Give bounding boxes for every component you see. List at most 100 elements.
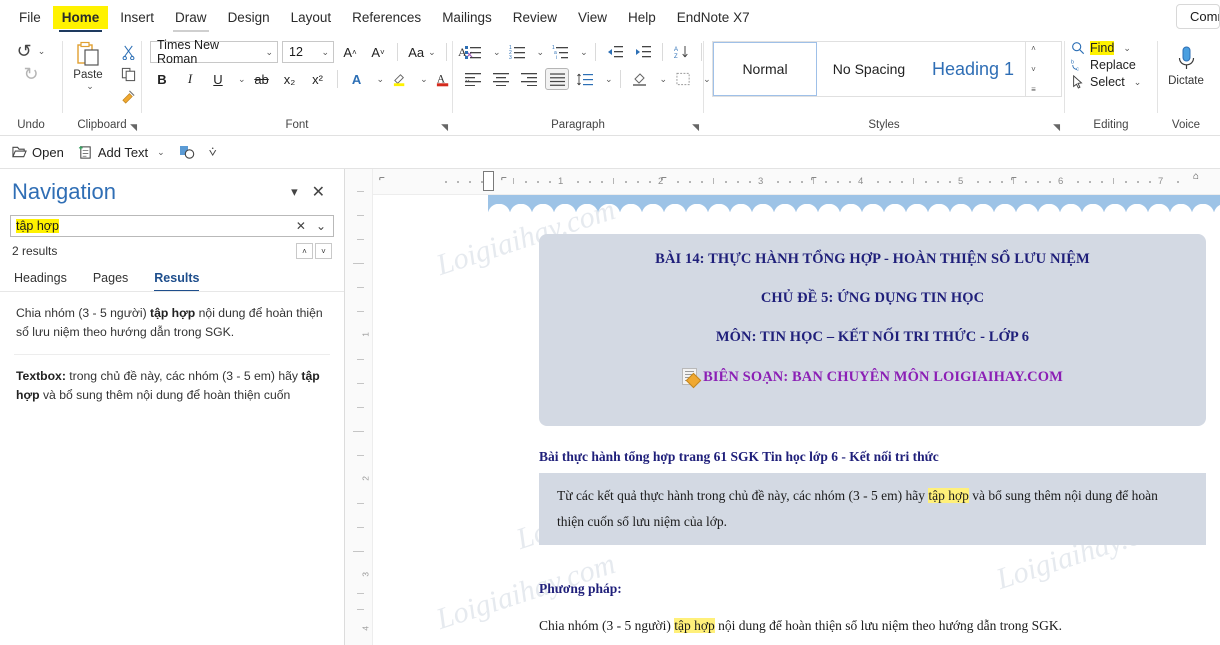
navigation-close-icon[interactable]: ✕ xyxy=(305,182,332,202)
list-item[interactable]: Textbox: trong chủ đề này, các nhóm (3 -… xyxy=(14,355,330,417)
font-dialog-launcher-icon[interactable]: ◥ xyxy=(441,122,448,133)
tab-endnote-x7[interactable]: EndNote X7 xyxy=(668,6,759,29)
text-effects-icon[interactable]: A xyxy=(345,68,369,90)
tab-file[interactable]: File xyxy=(10,6,50,29)
underline-button[interactable]: U xyxy=(206,68,230,90)
left-tab-stop-icon-4[interactable]: ⌐ xyxy=(1011,173,1017,184)
style-normal[interactable]: Normal xyxy=(713,42,817,96)
borders-icon[interactable] xyxy=(671,68,695,90)
text-highlight-color-icon[interactable] xyxy=(388,68,412,90)
tab-help[interactable]: Help xyxy=(619,6,665,29)
more-options-button[interactable]: ⩒ xyxy=(209,144,217,160)
tab-design[interactable]: Design xyxy=(219,6,279,29)
bullet-list-icon[interactable] xyxy=(461,41,485,63)
search-options-icon[interactable]: ⌄ xyxy=(313,219,329,233)
nav-tab-pages[interactable]: Pages xyxy=(93,271,128,292)
paste-button[interactable]: Paste ⌄ xyxy=(63,39,113,92)
tab-stop-marker-icon[interactable]: ⌐ xyxy=(379,173,385,184)
styles-dialog-launcher-icon[interactable]: ◥ xyxy=(1053,122,1060,133)
justify-icon[interactable] xyxy=(545,68,569,90)
select-button[interactable]: Select ⌄ xyxy=(1071,75,1141,89)
tab-draw[interactable]: Draw xyxy=(166,6,216,29)
tab-view[interactable]: View xyxy=(569,6,616,29)
clipboard-dialog-launcher-icon[interactable]: ◥ xyxy=(130,122,137,133)
increase-indent-icon[interactable] xyxy=(631,41,655,63)
add-text-dropdown-icon[interactable]: ⌄ xyxy=(157,147,165,158)
question-box[interactable]: Từ các kết quả thực hành trong chủ đề nà… xyxy=(539,473,1206,545)
style-no-spacing[interactable]: No Spacing xyxy=(817,42,921,96)
shrink-font-icon[interactable]: A˅ xyxy=(366,41,390,63)
open-button[interactable]: Open xyxy=(12,145,64,160)
styles-gallery[interactable]: Normal No Spacing Heading 1 ˄ ˅ ≡ xyxy=(712,41,1062,97)
strikethrough-button[interactable]: ab xyxy=(250,68,274,90)
cut-icon[interactable] xyxy=(115,43,141,62)
tab-layout[interactable]: Layout xyxy=(282,6,341,29)
clear-search-icon[interactable]: ✕ xyxy=(293,219,309,233)
vertical-ruler[interactable]: 1 2 3 4 xyxy=(345,169,373,645)
nav-tab-results[interactable]: Results xyxy=(154,271,199,292)
align-center-icon[interactable] xyxy=(489,68,513,90)
bold-button[interactable]: B xyxy=(150,68,174,90)
subscript-button[interactable]: x₂ xyxy=(278,68,302,90)
select-dropdown-icon[interactable]: ⌄ xyxy=(1134,77,1142,88)
update-table-button[interactable] xyxy=(179,145,195,160)
document-page[interactable]: Loigiaihay.com Loigiaihay.com Loigiaihay… xyxy=(373,195,1220,645)
font-name-combo[interactable]: Times New Roman ⌄ xyxy=(150,41,278,63)
align-left-icon[interactable] xyxy=(461,68,485,90)
style-heading-1[interactable]: Heading 1 xyxy=(921,42,1025,96)
navigation-options-icon[interactable]: ▾ xyxy=(284,184,305,200)
text-effects-dropdown-icon[interactable]: ⌄ xyxy=(377,74,385,85)
next-result-icon[interactable]: ˅ xyxy=(315,243,332,259)
sort-icon[interactable]: AZ xyxy=(670,41,694,63)
search-input[interactable]: tập hợp ✕ ⌄ xyxy=(10,215,334,237)
copy-icon[interactable] xyxy=(115,65,141,84)
italic-button[interactable]: I xyxy=(178,68,202,90)
align-right-icon[interactable] xyxy=(517,68,541,90)
document-header-box[interactable]: BÀI 14: THỰC HÀNH TỔNG HỢP - HOÀN THIỆN … xyxy=(539,234,1206,426)
paragraph-dialog-launcher-icon[interactable]: ◥ xyxy=(692,122,699,133)
replace-button[interactable]: b c Replace xyxy=(1071,58,1136,72)
bullet-dropdown-icon[interactable]: ⌄ xyxy=(493,47,501,58)
find-button[interactable]: Find ⌄ xyxy=(1071,41,1131,55)
styles-scroll-up-icon[interactable]: ˄ xyxy=(1031,44,1036,53)
tab-references[interactable]: References xyxy=(343,6,430,29)
undo-dropdown-icon[interactable]: ⌄ xyxy=(38,46,46,57)
list-item[interactable]: Chia nhóm (3 - 5 người) tập hợp nội dung… xyxy=(14,292,330,355)
previous-result-icon[interactable]: ˄ xyxy=(296,243,313,259)
decrease-indent-icon[interactable] xyxy=(603,41,627,63)
document-scroll-region[interactable]: ⌐ ⌐ 1 2 ⌐ xyxy=(373,169,1220,645)
left-tab-stop-icon-2[interactable]: ⌐ xyxy=(661,173,667,184)
tab-home[interactable]: Home xyxy=(53,6,109,29)
shading-icon[interactable] xyxy=(628,68,652,90)
styles-scroll-down-icon[interactable]: ˅ xyxy=(1031,65,1036,74)
left-tab-stop-icon[interactable]: ⌐ xyxy=(501,173,507,184)
font-size-combo[interactable]: 12 ⌄ xyxy=(282,41,334,63)
styles-more-icon[interactable]: ≡ xyxy=(1031,85,1036,94)
multilevel-dropdown-icon[interactable]: ⌄ xyxy=(580,47,588,58)
superscript-button[interactable]: x² xyxy=(306,68,330,90)
multilevel-list-icon[interactable]: 1 a i xyxy=(548,41,572,63)
find-dropdown-icon[interactable]: ⌄ xyxy=(1123,43,1131,54)
horizontal-ruler[interactable]: ⌐ ⌐ 1 2 ⌐ xyxy=(373,169,1220,195)
grow-font-icon[interactable]: A˄ xyxy=(338,41,362,63)
tab-review[interactable]: Review xyxy=(504,6,566,29)
change-case-button[interactable]: Aa⌄ xyxy=(405,41,439,63)
tab-mailings[interactable]: Mailings xyxy=(433,6,501,29)
highlight-dropdown-icon[interactable]: ⌄ xyxy=(420,74,428,85)
numbered-list-icon[interactable]: 1 2 3 xyxy=(505,41,529,63)
right-indent-marker-icon[interactable]: ⌂ xyxy=(1193,171,1199,182)
left-tab-stop-icon-3[interactable]: ⌐ xyxy=(811,173,817,184)
indent-marker-icon[interactable] xyxy=(483,171,494,191)
line-spacing-icon[interactable] xyxy=(573,68,597,90)
undo-icon[interactable]: ↺ xyxy=(17,41,32,62)
paste-dropdown-icon[interactable]: ⌄ xyxy=(86,81,94,92)
format-painter-icon[interactable] xyxy=(115,87,141,106)
method-paragraph[interactable]: Chia nhóm (3 - 5 người) tập hợp nội dung… xyxy=(539,613,1206,639)
tab-insert[interactable]: Insert xyxy=(111,6,163,29)
line-spacing-dropdown-icon[interactable]: ⌄ xyxy=(605,74,613,85)
comments-button[interactable]: Comments xyxy=(1176,4,1220,29)
redo-icon[interactable]: ↻ xyxy=(23,64,38,85)
underline-dropdown-icon[interactable]: ⌄ xyxy=(238,74,246,85)
dictate-button[interactable]: Dictate xyxy=(1160,43,1212,87)
styles-scroll[interactable]: ˄ ˅ ≡ xyxy=(1025,42,1041,96)
